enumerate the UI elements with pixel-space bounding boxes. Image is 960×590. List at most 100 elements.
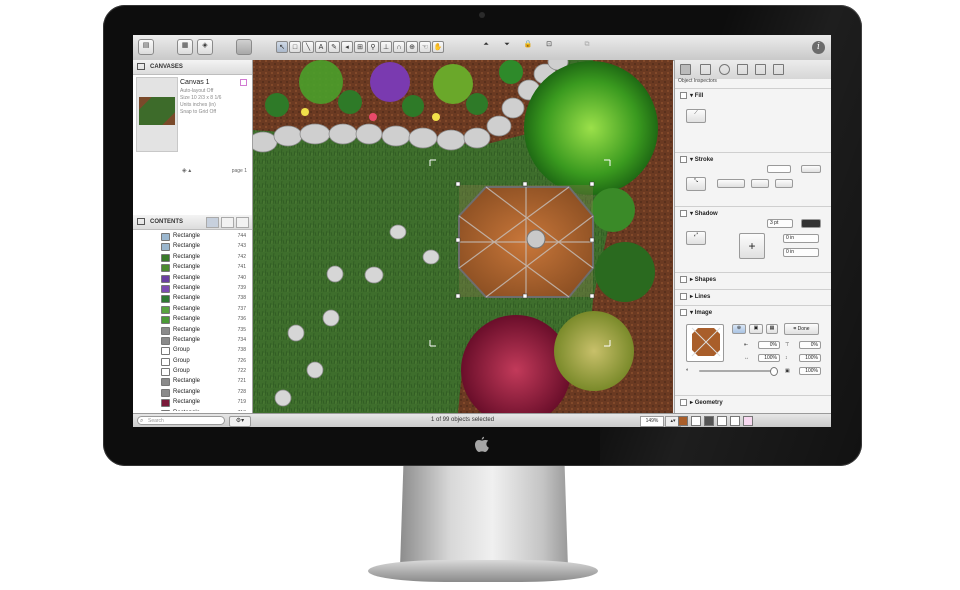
done-button[interactable]: ⌗ Done [784,323,819,335]
list-item[interactable]: Group 722 [133,366,252,377]
crop-left-field[interactable]: 0% [758,341,780,349]
pen-tool[interactable]: ✎ [328,41,340,53]
fill-swatch[interactable] [678,416,688,426]
stroke-pattern-select[interactable] [717,179,745,188]
shadow-offset-control[interactable]: + [739,233,765,259]
shadow-offset-x-field[interactable]: 0 in [783,234,819,243]
opacity-field[interactable]: 100% [799,367,821,375]
style-brush-tool[interactable]: ⚲ [367,41,379,53]
fill-style-picker[interactable]: ⟋ [686,109,706,123]
inspect-layers-button[interactable]: ▦ [177,39,193,55]
lines-checkbox[interactable] [680,293,687,300]
image-tile-button[interactable]: ▣ [749,324,763,334]
search-field[interactable]: ⌕ Search [137,416,225,425]
tab-settings[interactable] [719,64,730,75]
list-item[interactable]: Rectangle 728 [133,387,252,397]
fill-checkbox[interactable] [680,92,687,99]
zoom-tool[interactable]: ⊕ [406,41,418,53]
canvas-area[interactable] [253,60,673,413]
stroke-swatch[interactable] [691,416,701,426]
scale-x-field[interactable]: 100% [758,354,780,362]
image-well[interactable] [686,324,724,362]
tab-canvas[interactable] [755,64,766,75]
group-button[interactable]: ⊡ [541,39,557,55]
lines-header[interactable]: ▸ Lines [680,293,710,300]
bring-front-button[interactable]: ⏶ [478,39,494,55]
outline-view-button[interactable] [221,217,234,228]
opacity-slider-knob[interactable] [770,367,778,376]
stroke-width-field[interactable] [767,165,791,173]
list-item[interactable]: Rectangle 735 [133,325,252,335]
shadow-header[interactable]: ▾ Shadow [680,210,718,217]
shadow-color-well[interactable] [801,219,821,228]
shadow-size-field[interactable]: 3 pt [767,219,793,228]
image-checkbox[interactable] [680,309,687,316]
canvas-name[interactable]: Canvas 1 [180,79,210,86]
opacity-slider[interactable] [699,367,778,376]
list-item[interactable]: Rectangle 719 [133,397,252,408]
tab-document[interactable] [737,64,748,75]
list-item[interactable]: Rectangle 739 [133,283,252,293]
list-view-button[interactable] [206,217,219,228]
image-header[interactable]: ▾ Image [680,309,712,316]
list-item[interactable]: Rectangle 738 [133,293,252,304]
list-item[interactable]: Rectangle 737 [133,304,252,314]
list-item[interactable]: Group 726 [133,356,252,366]
stroke-style-picker[interactable]: ⤡ [686,177,706,191]
shadow-swatch[interactable] [704,416,714,426]
image-grid-button[interactable]: ▦ [766,324,778,334]
fill-header[interactable]: ▾ Fill [680,92,703,99]
crop-top-field[interactable]: 0% [799,341,821,349]
shadow-style-picker[interactable]: ⤢ [686,231,706,245]
rubber-stamp-tool[interactable]: ∩ [393,41,405,53]
stamp-tool[interactable]: ⊥ [380,41,392,53]
shadow-checkbox[interactable] [680,210,687,217]
tab-properties[interactable] [700,64,711,75]
diagram-tool[interactable]: ⊞ [354,41,366,53]
lock-button[interactable]: 🔒 [520,39,536,55]
image-swatch[interactable] [743,416,753,426]
list-item[interactable]: Rectangle 744 [133,231,252,241]
layers-icon[interactable]: ◈ ▴ [182,167,191,174]
browse-tool[interactable]: ☜ [419,41,431,53]
ungroup-button[interactable]: ⧉ [579,39,595,55]
magnet-tool[interactable]: ◂ [341,41,353,53]
selection-tool[interactable]: ↖ [276,41,288,53]
shape-tool[interactable]: □ [289,41,301,53]
stroke-join-select[interactable] [775,179,793,188]
list-item[interactable]: Rectangle 721 [133,376,252,387]
list-item[interactable]: Rectangle 734 [133,335,252,345]
grid-view-button[interactable] [236,217,249,228]
zoom-field[interactable]: 149% [640,416,664,427]
stroke-checkbox[interactable] [680,156,687,163]
list-item[interactable]: Rectangle 718 [133,408,252,411]
shape-swatch[interactable] [717,416,727,426]
sidebar-toggle-button[interactable]: ▤ [138,39,154,55]
geometry-checkbox[interactable] [680,399,687,406]
line-tool[interactable]: ╲ [302,41,314,53]
canvas-thumbnail[interactable] [136,77,178,152]
style-well-button[interactable] [236,39,252,55]
stroke-color-well[interactable] [801,165,821,173]
shapes-checkbox[interactable] [680,276,687,283]
list-item[interactable]: Group 738 [133,345,252,356]
shapes-header[interactable]: ▸ Shapes [680,276,716,283]
scale-y-field[interactable]: 100% [799,354,821,362]
stroke-header[interactable]: ▾ Stroke [680,156,713,163]
text-tool[interactable]: A [315,41,327,53]
image-fit-button[interactable]: ⊕ [732,324,746,334]
send-back-button[interactable]: ⏷ [499,39,515,55]
tab-object-inspector[interactable] [680,64,691,75]
list-item[interactable]: Rectangle 740 [133,273,252,283]
info-icon[interactable]: i [812,41,825,54]
hand-tool[interactable]: ✋ [432,41,444,53]
gear-menu-button[interactable]: ⚙▾ [229,416,251,427]
geometry-header[interactable]: ▸ Geometry [680,399,723,406]
list-item[interactable]: Rectangle 741 [133,262,252,273]
list-item[interactable]: Rectangle 743 [133,241,252,252]
shadow-offset-y-field[interactable]: 0 in [783,248,819,257]
stroke-cap-select[interactable] [751,179,769,188]
list-item[interactable]: Rectangle 736 [133,314,252,325]
list-item[interactable]: Rectangle 742 [133,252,252,262]
text-swatch[interactable] [730,416,740,426]
